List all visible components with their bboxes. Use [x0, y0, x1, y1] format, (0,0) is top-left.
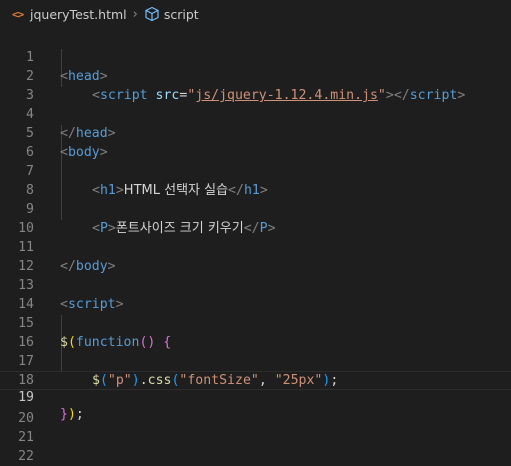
code-line: 17 $("p").css("fontSize", "25px"); — [0, 333, 511, 388]
code-line: 15 $(function() { — [0, 295, 511, 350]
code-line: 6 — [0, 124, 511, 160]
code-line: 16 — [0, 314, 511, 350]
code-line: 7 <h1>HTML 선택자 실습</h1> — [0, 143, 511, 198]
editor-window: <> jqueryTest.html › script 1 <head> 2 <… — [0, 0, 511, 466]
chevron-right-icon: › — [132, 6, 138, 22]
breadcrumb-symbol[interactable]: script — [164, 7, 199, 22]
breadcrumb-file[interactable]: jqueryTest.html — [30, 7, 127, 22]
html-file-icon: <> — [12, 7, 24, 21]
line-number: 22 — [18, 449, 34, 464]
code-line: 5 <body> — [0, 105, 511, 160]
code-line: 3 — [0, 67, 511, 103]
cube-icon — [145, 6, 159, 22]
code-line: 9 <P>폰트사이즈 크기 키우기</P> — [0, 181, 511, 236]
code-line: 8 — [0, 162, 511, 198]
code-line: 20 — [0, 390, 511, 426]
code-line: 18 — [0, 352, 511, 388]
code-line: 2 <script src="js/jquery-1.12.4.min.js">… — [0, 48, 511, 103]
code-line: 22 </script> — [0, 428, 511, 464]
code-line: 12 — [0, 238, 511, 274]
code-line: 21 — [0, 409, 511, 445]
code-editor[interactable]: 1 <head> 2 <script src="js/jquery-1.12.4… — [0, 28, 511, 466]
code-line: 14 — [0, 276, 511, 312]
code-line: 4 </head> — [0, 86, 511, 141]
code-line-current: 19 }); — [0, 371, 511, 422]
code-line: 13 <script> — [0, 257, 511, 312]
breadcrumb: <> jqueryTest.html › script — [0, 0, 511, 28]
code-line: 10 — [0, 200, 511, 236]
code-line: 11 </body> — [0, 219, 511, 274]
code-line: 1 <head> — [0, 29, 511, 84]
